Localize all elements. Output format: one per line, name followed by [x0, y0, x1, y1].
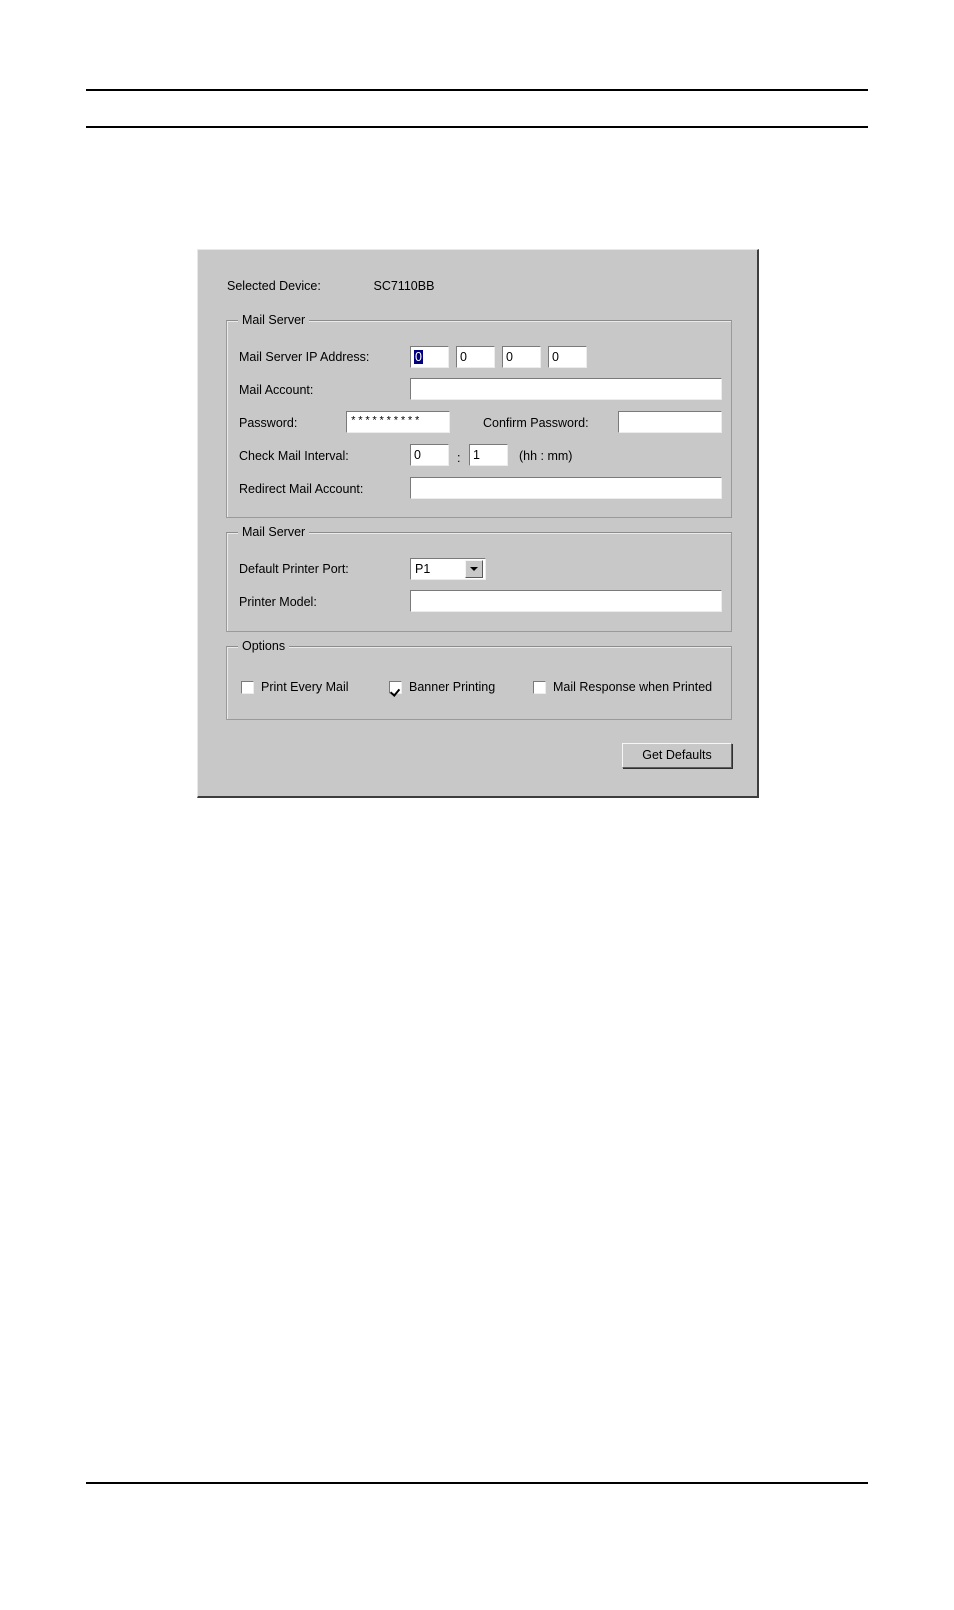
checkbox-icon-unchecked[interactable]: [241, 680, 254, 694]
redirect-mail-account-label: Redirect Mail Account:: [239, 482, 364, 496]
password-input[interactable]: **********: [346, 411, 450, 433]
interval-separator: :: [457, 451, 461, 465]
printer-model-label: Printer Model:: [239, 595, 317, 609]
selected-device-row: Selected Device: SC7110BB: [227, 279, 434, 293]
get-defaults-button[interactable]: Get Defaults: [622, 743, 732, 768]
mail-server-ip-label: Mail Server IP Address:: [239, 350, 370, 364]
check-mail-interval-hours-value: 0: [414, 448, 421, 462]
ip-octet-4-value: 0: [552, 350, 559, 364]
default-printer-port-label: Default Printer Port:: [239, 562, 349, 576]
default-printer-port-value: P1: [415, 562, 431, 576]
ip-octet-3-value: 0: [506, 350, 513, 364]
checkbox-mail-response-when-printed-label: Mail Response when Printed: [553, 680, 713, 694]
footer-rule: [86, 1482, 868, 1484]
checkbox-banner-printing-label: Banner Printing: [409, 680, 496, 694]
mail-account-input[interactable]: [410, 378, 722, 400]
checkbox-icon-checked[interactable]: [389, 680, 402, 694]
checkbox-banner-printing[interactable]: Banner Printing: [389, 680, 495, 694]
ip-octet-1-value: 0: [414, 350, 423, 364]
checkbox-mail-response-when-printed[interactable]: Mail Response when Printed: [533, 680, 712, 694]
checkbox-print-every-mail[interactable]: Print Every Mail: [241, 680, 349, 694]
default-printer-port-select[interactable]: P1: [410, 558, 486, 580]
ip-octet-2-value: 0: [460, 350, 467, 364]
selected-device-value: SC7110BB: [373, 279, 435, 293]
check-mail-interval-minutes-value: 1: [473, 448, 480, 462]
ip-octet-2-input[interactable]: 0: [456, 346, 495, 368]
mail-server-config-dialog: Selected Device: SC7110BB Mail Server Ma…: [197, 249, 759, 798]
group-mail-server: Mail Server Mail Server IP Address: 0 0 …: [226, 313, 732, 518]
confirm-password-input[interactable]: [618, 411, 722, 433]
ip-octet-3-input[interactable]: 0: [502, 346, 541, 368]
chevron-down-icon[interactable]: [465, 560, 483, 578]
interval-units-hint: (hh : mm): [519, 449, 573, 463]
password-label: Password:: [239, 416, 298, 430]
check-mail-interval-minutes-input[interactable]: 1: [469, 444, 508, 466]
group-printer-legend: Mail Server: [238, 525, 310, 539]
password-value: **********: [350, 416, 422, 428]
check-mail-interval-hours-input[interactable]: 0: [410, 444, 449, 466]
header-rule-top: [86, 89, 868, 91]
check-mail-interval-label: Check Mail Interval:: [239, 449, 349, 463]
group-mail-server-legend: Mail Server: [238, 313, 310, 327]
printer-model-input[interactable]: [410, 590, 722, 612]
header-rule-bottom: [86, 126, 868, 128]
group-printer: Mail Server Default Printer Port: P1 Pri…: [226, 525, 732, 632]
mail-account-label: Mail Account:: [239, 383, 314, 397]
confirm-password-label: Confirm Password:: [483, 416, 589, 430]
redirect-mail-account-input[interactable]: [410, 477, 722, 499]
group-options-legend: Options: [238, 639, 290, 653]
ip-octet-1-input[interactable]: 0: [410, 346, 449, 368]
checkbox-print-every-mail-label: Print Every Mail: [261, 680, 349, 694]
selected-device-label: Selected Device:: [227, 279, 321, 293]
group-options: Options Print Every Mail Banner Printing…: [226, 639, 732, 720]
ip-octet-4-input[interactable]: 0: [548, 346, 587, 368]
checkbox-icon-unchecked[interactable]: [533, 680, 546, 694]
